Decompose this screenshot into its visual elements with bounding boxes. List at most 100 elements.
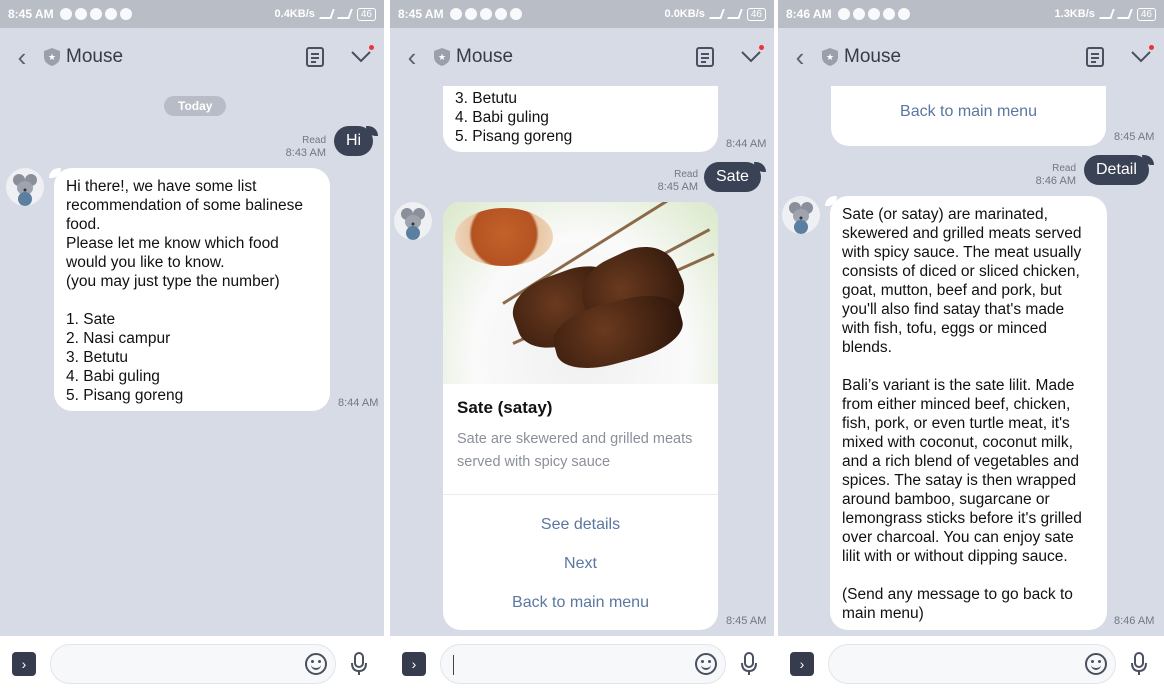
food-image	[443, 202, 718, 384]
next-button[interactable]: Next	[443, 544, 718, 583]
chevron-down-icon	[351, 51, 371, 63]
network-speed: 0.0KB/s	[664, 8, 705, 20]
bot-message: Hi there!, we have some list recommendat…	[49, 168, 330, 411]
signal-icon	[1099, 9, 1115, 19]
network-speed: 0.4KB/s	[274, 8, 315, 20]
message-time: 8:45 AM	[726, 615, 767, 627]
notification-icons	[449, 8, 522, 20]
see-details-button[interactable]: See details	[443, 505, 718, 544]
message-input[interactable]	[440, 644, 726, 684]
message-time: 8:45 AM	[1114, 131, 1155, 143]
shield-icon: ★	[44, 48, 60, 66]
bot-message: Sate (or satay) are marinated, skewered …	[825, 196, 1107, 630]
shield-icon: ★	[822, 48, 838, 66]
message-time: 8:46 AM	[1114, 615, 1155, 627]
my-message: Hi	[334, 126, 379, 156]
signal-icon	[337, 9, 353, 19]
food-card: Sate (satay) Sate are skewered and grill…	[443, 202, 718, 630]
status-bar: 8:45 AM 0.0KB/s 46	[390, 0, 774, 28]
date-chip: Today	[164, 96, 227, 116]
chat-title: Mouse	[66, 46, 124, 67]
chevron-down-icon	[741, 51, 761, 63]
notification-dot	[369, 45, 374, 50]
my-message: Sate	[704, 162, 766, 192]
battery-indicator: 46	[746, 7, 766, 21]
status-time: 8:45 AM	[398, 7, 444, 21]
notification-dot	[1149, 45, 1154, 50]
back-icon[interactable]: ‹	[390, 42, 434, 73]
composer-bar: ›	[390, 636, 774, 692]
message-time: 8:44 AM	[338, 397, 379, 409]
notes-button[interactable]	[682, 47, 728, 67]
avatar	[6, 168, 44, 206]
status-time: 8:45 AM	[8, 7, 54, 21]
text-caret	[453, 655, 454, 675]
composer-bar: ›	[0, 636, 384, 692]
bot-message-previous: 3. Betutu 4. Babi guling 5. Pisang goren…	[443, 86, 718, 152]
back-icon[interactable]: ‹	[0, 42, 44, 73]
notification-icons	[59, 8, 132, 20]
chat-screen-3: 8:46 AM 1.3KB/s 46 ‹ ★ Mouse Back to mai…	[778, 0, 1164, 692]
card-title: Sate (satay)	[457, 398, 553, 417]
read-receipt: Read 8:46 AM	[1035, 163, 1076, 187]
signal-icon	[319, 9, 335, 19]
back-icon[interactable]: ‹	[778, 42, 822, 73]
my-message: Detail	[1084, 155, 1154, 185]
shield-icon: ★	[434, 48, 450, 66]
chevron-right-icon[interactable]: ›	[402, 652, 426, 676]
svg-text:★: ★	[826, 52, 834, 62]
status-time: 8:46 AM	[786, 7, 832, 21]
chat-title: Mouse	[456, 46, 514, 67]
message-list[interactable]: Back to main menu 8:45 AM Read 8:46 AM De…	[778, 86, 1164, 636]
signal-icon	[709, 9, 725, 19]
emoji-icon[interactable]	[695, 653, 717, 675]
svg-text:★: ★	[48, 52, 56, 62]
back-to-main-menu-button[interactable]: Back to main menu	[443, 583, 718, 622]
avatar	[782, 196, 820, 234]
emoji-icon[interactable]	[305, 653, 327, 675]
network-speed: 1.3KB/s	[1054, 8, 1095, 20]
menu-button[interactable]	[338, 45, 384, 63]
notes-button[interactable]	[1072, 47, 1118, 67]
signal-icon	[727, 9, 743, 19]
microphone-icon[interactable]	[1126, 652, 1152, 676]
chevron-right-icon[interactable]: ›	[790, 652, 814, 676]
back-to-main-menu-button[interactable]: Back to main menu	[831, 86, 1106, 140]
chat-screen-1: 8:45 AM 0.4KB/s 46 ‹ ★ Mouse Today Read 8…	[0, 0, 384, 692]
microphone-icon[interactable]	[736, 652, 762, 676]
message-list[interactable]: Today Read 8:43 AM Hi Hi there!, we have …	[0, 86, 384, 636]
svg-text:★: ★	[438, 52, 446, 62]
composer-bar: ›	[778, 636, 1164, 692]
notification-dot	[759, 45, 764, 50]
food-card-previous: Back to main menu	[831, 86, 1106, 146]
chat-header: ‹ ★ Mouse	[778, 28, 1164, 86]
notes-icon	[306, 47, 324, 67]
chevron-down-icon	[1131, 51, 1151, 63]
menu-button[interactable]	[1118, 45, 1164, 63]
battery-indicator: 46	[1136, 7, 1156, 21]
message-list[interactable]: 3. Betutu 4. Babi guling 5. Pisang goren…	[390, 86, 774, 636]
chat-title: Mouse	[844, 46, 902, 67]
signal-icon	[1117, 9, 1133, 19]
status-bar: 8:45 AM 0.4KB/s 46	[0, 0, 384, 28]
emoji-icon[interactable]	[1085, 653, 1107, 675]
message-input[interactable]	[50, 644, 336, 684]
notes-icon	[1086, 47, 1104, 67]
chat-header: ‹ ★ Mouse	[0, 28, 384, 86]
chat-screen-2: 8:45 AM 0.0KB/s 46 ‹ ★ Mouse 3. Betutu 4…	[390, 0, 774, 692]
chevron-right-icon[interactable]: ›	[12, 652, 36, 676]
microphone-icon[interactable]	[346, 652, 372, 676]
chat-header: ‹ ★ Mouse	[390, 28, 774, 86]
status-bar: 8:46 AM 1.3KB/s 46	[778, 0, 1164, 28]
notes-button[interactable]	[292, 47, 338, 67]
notes-icon	[696, 47, 714, 67]
notification-icons	[837, 8, 910, 20]
menu-button[interactable]	[728, 45, 774, 63]
message-input[interactable]	[828, 644, 1116, 684]
message-time: 8:44 AM	[726, 138, 767, 150]
read-receipt: Read 8:43 AM	[285, 135, 326, 159]
card-description: Sate are skewered and grilled meats serv…	[457, 431, 693, 470]
read-receipt: Read 8:45 AM	[657, 169, 698, 193]
battery-indicator: 46	[356, 7, 376, 21]
avatar	[394, 202, 432, 240]
